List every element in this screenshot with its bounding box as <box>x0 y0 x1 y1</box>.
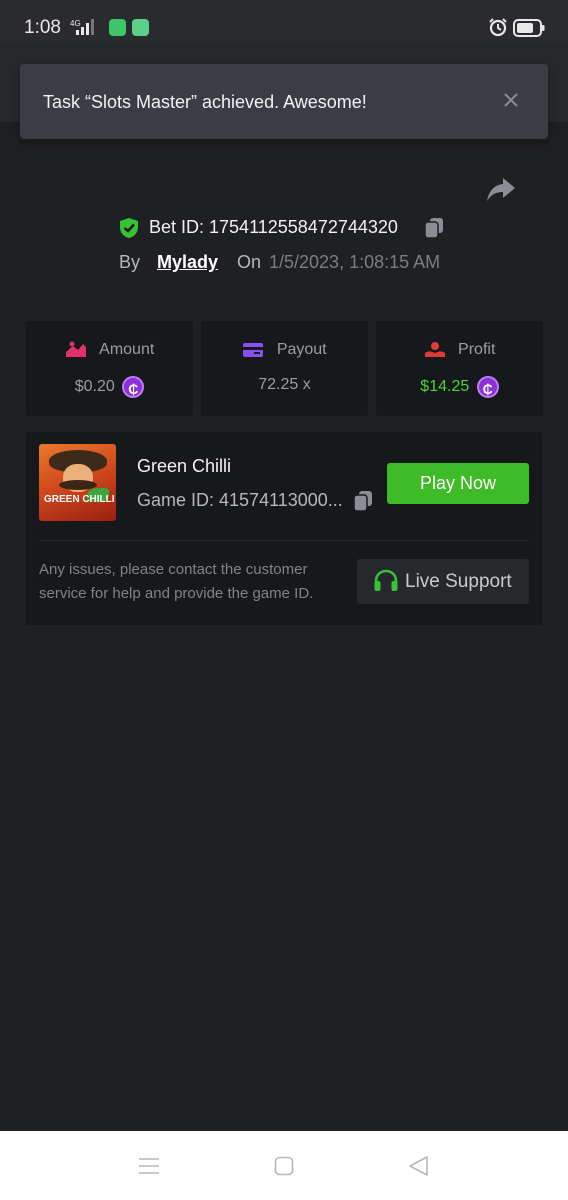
chat-app-icon <box>109 19 126 36</box>
play-now-button[interactable]: Play Now <box>387 463 529 504</box>
divider <box>39 540 529 541</box>
task-toast: Task “Slots Master” achieved. Awesome! <box>20 64 548 139</box>
home-icon[interactable] <box>274 1156 294 1176</box>
profit-label: Profit <box>458 341 496 358</box>
battery-icon <box>513 19 545 37</box>
bet-date: 1/5/2023, 1:08:15 AM <box>269 252 441 272</box>
copy-icon[interactable] <box>353 490 373 512</box>
amount-label: Amount <box>99 341 155 358</box>
coin-icon: ₵ <box>122 376 145 398</box>
game-title: Green Chilli <box>137 456 232 476</box>
game-thumbnail-text: GREEN CHILLI <box>44 494 115 505</box>
profit-icon <box>424 342 445 357</box>
headset-icon <box>374 569 398 591</box>
payout-card: Payout 72.25 x <box>201 321 368 416</box>
live-support-button[interactable]: Live Support <box>357 559 529 604</box>
by-label: By <box>119 252 141 272</box>
menu-icon[interactable] <box>138 1157 160 1175</box>
profit-card: Profit $14.25 ₵ <box>376 321 543 416</box>
game-thumbnail[interactable]: GREEN CHILLI <box>39 444 116 521</box>
toast-message: Task “Slots Master” achieved. Awesome! <box>43 92 367 112</box>
share-icon[interactable] <box>486 176 516 202</box>
status-time: 1:08 <box>24 17 61 38</box>
bet-id: Bet ID: 1754112558472744320 <box>149 217 398 237</box>
bet-author-row: By Mylady On 1/5/2023, 1:08:15 AM <box>0 250 568 276</box>
signal-icon: 4G <box>70 19 94 35</box>
bet-id-row: Bet ID: 1754112558472744320 <box>0 214 568 242</box>
amount-value: $0.20 <box>74 378 115 395</box>
copy-icon[interactable] <box>424 217 444 239</box>
network-type-label: 4G <box>70 19 81 28</box>
live-support-label: Live Support <box>405 571 512 592</box>
coin-icon: ₵ <box>476 376 499 398</box>
shield-check-icon <box>120 218 138 238</box>
username-link[interactable]: Mylady <box>157 252 218 273</box>
payout-icon <box>243 343 264 357</box>
support-message: Any issues, please contact the customer … <box>39 561 314 602</box>
alarm-icon <box>489 18 507 37</box>
back-icon[interactable] <box>408 1155 430 1177</box>
payout-value: 72.25 x <box>258 376 311 393</box>
amount-card: Amount $0.20 ₵ <box>26 321 193 416</box>
system-nav-bar <box>0 1131 568 1200</box>
close-icon[interactable] <box>501 90 521 110</box>
status-bar: 1:08 4G <box>0 0 568 44</box>
app-notification-icon <box>132 19 149 36</box>
payout-label: Payout <box>276 341 327 358</box>
game-card: GREEN CHILLI Green Chilli Game ID: 41574… <box>26 432 542 625</box>
amount-icon <box>65 341 86 357</box>
profit-value: $14.25 <box>420 378 470 395</box>
on-label: On <box>237 252 262 272</box>
game-id: Game ID: 41574113000... <box>137 490 343 510</box>
